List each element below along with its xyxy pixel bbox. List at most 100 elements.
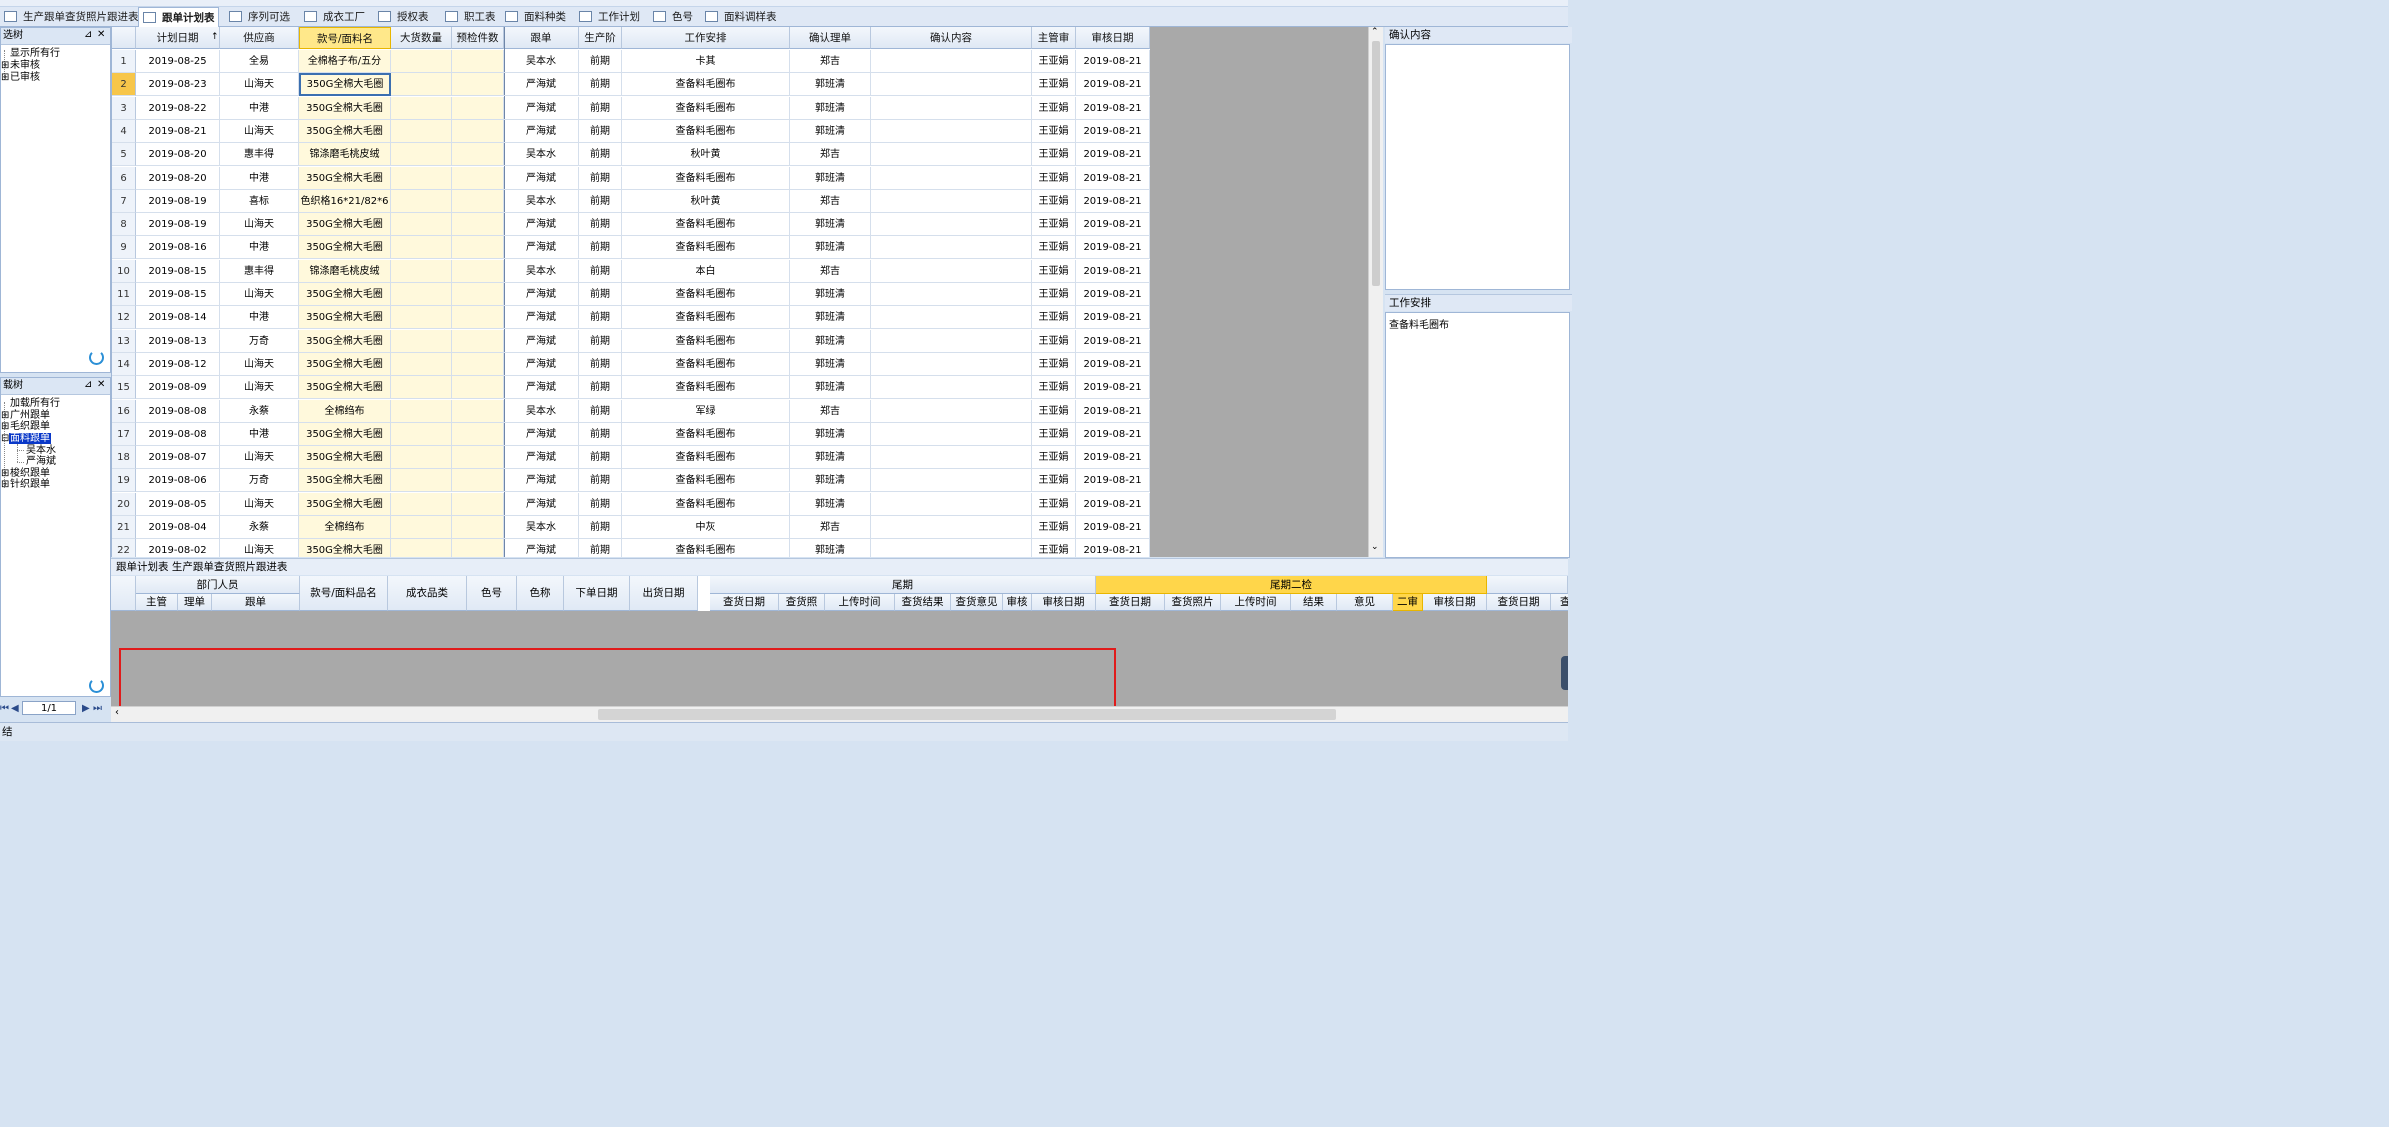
grid-cell[interactable]: 350G全棉大毛圈 [299,539,391,557]
col-header-merchandiser[interactable]: 跟单 [504,27,579,49]
page-input[interactable] [22,701,76,715]
vertical-scrollbar[interactable]: ⌃ ⌄ [1368,27,1383,557]
tab-7[interactable]: 工作计划 [575,8,640,25]
grid-cell[interactable] [391,422,452,446]
grid-cell[interactable]: 王亚娟 [1032,283,1076,306]
grid-cell[interactable]: 2019-08-21 [1076,329,1150,353]
grid-cell[interactable]: 郭班清 [790,469,871,493]
col-header-confirm-merch[interactable]: 确认理单 [790,27,871,49]
grid-cell[interactable]: 中港 [220,166,299,190]
grid-cell[interactable]: 中港 [220,422,299,446]
grid-cell[interactable]: 王亚娟 [1032,329,1076,353]
grid-cell[interactable]: 350G全棉大毛圈 [299,283,391,306]
col-header-tail-6[interactable]: 审核日期 [1032,594,1096,611]
grid-cell[interactable]: 郑吉 [790,399,871,423]
grid-cell[interactable]: 锦涤磨毛桃皮绒 [299,143,391,167]
col-header-tail2-1[interactable]: 查货照片 [1165,594,1221,611]
grid-cell[interactable]: 350G全棉大毛圈 [299,469,391,493]
grid-cell[interactable]: 2019-08-21 [1076,516,1150,539]
tab-8[interactable]: 色号 [649,8,693,25]
grid-cell[interactable]: 万奇 [220,329,299,353]
expand-icon[interactable]: ⊞ [1,60,9,71]
grid-cell[interactable]: 350G全棉大毛圈 [299,446,391,470]
grid-cell[interactable]: 前期 [579,516,622,539]
grid-cell[interactable]: 严海斌 [504,329,579,353]
grid-cell[interactable] [391,399,452,423]
col-header-tail-4[interactable]: 查货意见 [951,594,1003,611]
col-header-precheck-qty[interactable]: 预检件数 [452,27,504,49]
grid-cell[interactable]: 吴本水 [504,143,579,167]
scroll-thumb[interactable] [1372,41,1380,286]
grid-cell[interactable] [391,306,452,330]
grid-cell[interactable] [452,376,504,400]
grid-cell[interactable] [871,516,1032,539]
col-header-style-fabric[interactable]: 款号/面料名 [299,27,391,49]
tab-3[interactable]: 成衣工厂 [300,8,365,25]
grid-cell[interactable] [452,213,504,237]
grid-cell[interactable]: 前期 [579,259,622,283]
grid-cell[interactable] [452,492,504,516]
grid-cell[interactable]: 全易 [220,50,299,73]
grid-cell[interactable] [391,189,452,213]
grid-cell[interactable]: 2019-08-06 [136,469,220,493]
grid-cell[interactable]: 郑吉 [790,50,871,73]
grid-cell[interactable]: 2019-08-08 [136,422,220,446]
grid-cell[interactable]: 查备料毛圈布 [622,73,790,97]
grid-cell[interactable]: 2019-08-21 [1076,213,1150,237]
grid-cell[interactable] [391,352,452,376]
grid-cell[interactable] [452,469,504,493]
col-header-mid-3[interactable]: 色称 [517,576,564,611]
grid-cell[interactable]: 前期 [579,306,622,330]
grid-cell[interactable]: 王亚娟 [1032,213,1076,237]
grid-cell[interactable]: 2019-08-21 [136,119,220,143]
grid-cell[interactable] [391,376,452,400]
grid-cell[interactable]: 吴本水 [504,399,579,423]
grid-cell[interactable]: 查备料毛圈布 [622,306,790,330]
grid-cell[interactable]: 王亚娟 [1032,469,1076,493]
grid-cell[interactable] [871,492,1032,516]
col-header-tail-5[interactable]: 审核 [1003,594,1032,611]
expand-icon[interactable]: ⊞ [1,468,9,479]
work-arrangement-box[interactable]: 查备料毛圈布 [1385,312,1570,558]
col-header-mid-0[interactable]: 款号/面料品名 [300,576,388,611]
refresh-icon[interactable] [89,678,104,693]
first-page-icon[interactable]: ⏮ [0,703,9,714]
grid-cell[interactable]: 2019-08-13 [136,329,220,353]
col-header-tail2-4[interactable]: 意见 [1337,594,1393,611]
grid-cell[interactable]: 本白 [622,259,790,283]
pin-icon[interactable]: ⊿ [84,379,92,390]
grid-cell[interactable]: 吴本水 [504,189,579,213]
grid-cell[interactable]: 郭班清 [790,492,871,516]
col-header-tail-0[interactable]: 查货日期 [710,594,779,611]
grid-cell[interactable]: 2019-08-21 [1076,399,1150,423]
grid-cell[interactable]: 山海天 [220,352,299,376]
grid-cell[interactable]: 查备料毛圈布 [622,469,790,493]
grid-cell[interactable] [871,446,1032,470]
grid-cell[interactable]: 2019-08-09 [136,376,220,400]
grid-cell[interactable]: 前期 [579,352,622,376]
grid-cell[interactable]: 山海天 [220,213,299,237]
grid-cell[interactable]: 郭班清 [790,96,871,120]
grid-cell[interactable]: 2019-08-21 [1076,422,1150,446]
grid-cell[interactable]: 查备料毛圈布 [622,213,790,237]
grid-cell[interactable] [871,259,1032,283]
tree-item-unaudited[interactable]: 未审核 [10,60,40,71]
grid-cell[interactable]: 郭班清 [790,329,871,353]
expand-icon[interactable]: ⊞ [1,479,9,490]
grid-cell[interactable] [871,119,1032,143]
col-header-tail2-6[interactable]: 审核日期 [1423,594,1487,611]
col-header-tail-1[interactable]: 查货照 [779,594,825,611]
grid-cell[interactable]: 2019-08-21 [1076,283,1150,306]
grid-cell[interactable]: 查备料毛圈布 [622,283,790,306]
grid-cell[interactable]: 王亚娟 [1032,236,1076,260]
grid-cell[interactable]: 秋叶黄 [622,143,790,167]
grid-cell[interactable] [871,329,1032,353]
col-header-tail-3[interactable]: 查货结果 [895,594,951,611]
col-header-bulk-qty[interactable]: 大货数量 [391,27,452,49]
grid-cell[interactable]: 350G全棉大毛圈 [299,236,391,260]
grid-cell[interactable]: 2019-08-22 [136,96,220,120]
grid-cell[interactable] [391,329,452,353]
grid-cell[interactable] [391,143,452,167]
grid-cell[interactable] [871,143,1032,167]
col-header-mid-5[interactable]: 出货日期 [630,576,698,611]
